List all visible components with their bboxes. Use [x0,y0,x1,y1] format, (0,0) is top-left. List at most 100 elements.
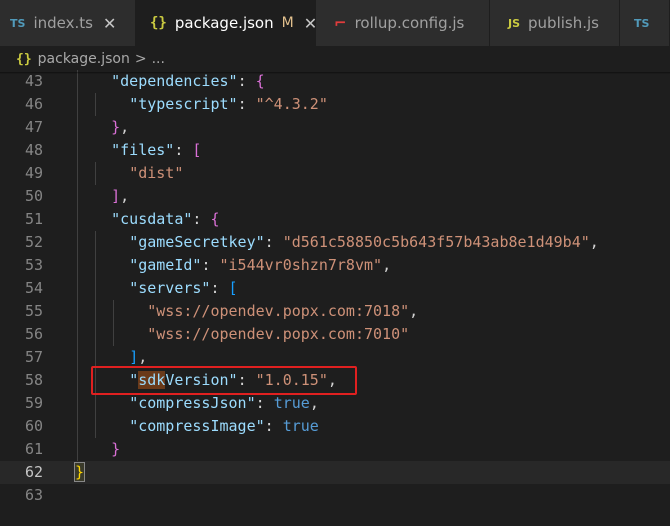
code-token: , [309,394,319,412]
line-number: 51 [24,210,43,228]
tab-rollup-config-js[interactable]: ⌐ rollup.config.js [316,0,490,46]
code-text: "cusdata": { [75,208,219,231]
code-token: [ [228,279,238,297]
tab-publish-js[interactable]: JS publish.js [490,0,620,46]
code-line[interactable]: 63 [0,484,670,507]
code-token: "compressImage" [129,417,265,435]
code-token: "i544vr0shzn7r8vm" [219,256,383,274]
code-line[interactable]: 50 ], [0,185,670,208]
code-text: "sdkVersion": "1.0.15", [75,369,337,392]
code-line[interactable]: 53 "gameId": "i544vr0shzn7r8vm", [0,254,670,277]
breadcrumb-file[interactable]: package.json [38,51,130,67]
tab-overflow-ts[interactable]: TS [620,0,670,46]
code-line[interactable]: 47 }, [0,116,670,139]
code-token: sdk [138,371,166,389]
code-token: Version" [165,371,238,389]
code-line[interactable]: 60 "compressImage": true [0,415,670,438]
code-token: , [138,348,148,366]
line-number: 53 [24,256,43,274]
code-token: , [589,233,599,251]
code-editor[interactable]: 43 "dependencies": {46 "typescript": "^4… [0,70,670,526]
code-token: : [210,279,229,297]
code-text: "files": [ [75,139,201,162]
code-token: : [255,394,274,412]
code-token: : [192,210,211,228]
code-text: } [73,461,86,484]
code-line[interactable]: 54 "servers": [ [0,277,670,300]
code-line[interactable]: 59 "compressJson": true, [0,392,670,415]
code-token: , [409,302,419,320]
tab-label: index.ts [33,14,93,32]
line-number: 62 [24,463,43,481]
code-token: ] [129,348,139,366]
code-line[interactable]: 58 "sdkVersion": "1.0.15", [0,369,670,392]
code-token: [ [192,141,202,159]
code-token: "files" [111,141,175,159]
line-number: 57 [24,348,43,366]
code-token: { [255,72,265,90]
tab-label: publish.js [528,14,599,32]
code-line[interactable]: 55 "wss://opendev.popx.com:7018", [0,300,670,323]
code-line[interactable]: 62} [0,461,670,484]
code-token: "wss://opendev.popx.com:7010" [147,325,410,343]
tab-index-ts[interactable]: TS index.ts ✕ [0,0,136,46]
code-text: "compressImage": true [75,415,319,438]
code-text: ], [75,346,147,369]
code-token: "dependencies" [111,72,238,90]
line-number: 46 [24,95,43,113]
breadcrumb-more[interactable]: ... [152,51,165,67]
code-token: : [264,233,283,251]
code-token: "gameSecretkey" [129,233,265,251]
code-token: , [120,118,130,136]
code-line[interactable]: 61 } [0,438,670,461]
code-token: "d561c58850c5b643f57b43ab8e1d49b4" [282,233,590,251]
code-token: "^4.3.2" [255,95,328,113]
code-text: }, [75,116,129,139]
rollup-file-icon: ⌐ [334,14,347,32]
code-line[interactable]: 51 "cusdata": { [0,208,670,231]
code-token: "servers" [129,279,211,297]
close-icon[interactable]: ✕ [103,14,116,33]
line-number: 49 [24,164,43,182]
tab-package-json[interactable]: {} package.json M ✕ [136,0,317,46]
code-token: " [129,371,139,389]
typescript-file-icon: TS [10,16,26,30]
code-line[interactable]: 49 "dist" [0,162,670,185]
code-token: "typescript" [129,95,238,113]
code-line[interactable]: 46 "typescript": "^4.3.2" [0,93,670,116]
code-token: : [264,417,283,435]
code-text: ], [75,185,129,208]
modified-indicator: M [281,15,294,31]
code-token: true [282,417,319,435]
code-text: "typescript": "^4.3.2" [75,93,328,116]
line-number: 61 [24,440,43,458]
code-line[interactable]: 56 "wss://opendev.popx.com:7010" [0,323,670,346]
code-token: , [327,371,337,389]
code-token: "gameId" [129,256,202,274]
code-line[interactable]: 57 ], [0,346,670,369]
line-number: 59 [24,394,43,412]
line-number: 50 [24,187,43,205]
code-token: , [120,187,130,205]
code-token: } [111,440,121,458]
code-token: "compressJson" [129,394,256,412]
line-number: 60 [24,417,43,435]
code-token: "1.0.15" [255,371,328,389]
code-token: true [273,394,310,412]
code-token: ] [111,187,121,205]
code-token: : [237,95,256,113]
code-text: "dist" [75,162,183,185]
code-line[interactable]: 48 "files": [ [0,139,670,162]
code-token: } [111,118,121,136]
code-token: } [73,462,86,482]
line-number: 48 [24,141,43,159]
code-text: "gameId": "i544vr0shzn7r8vm", [75,254,391,277]
code-line[interactable]: 52 "gameSecretkey": "d561c58850c5b643f57… [0,231,670,254]
